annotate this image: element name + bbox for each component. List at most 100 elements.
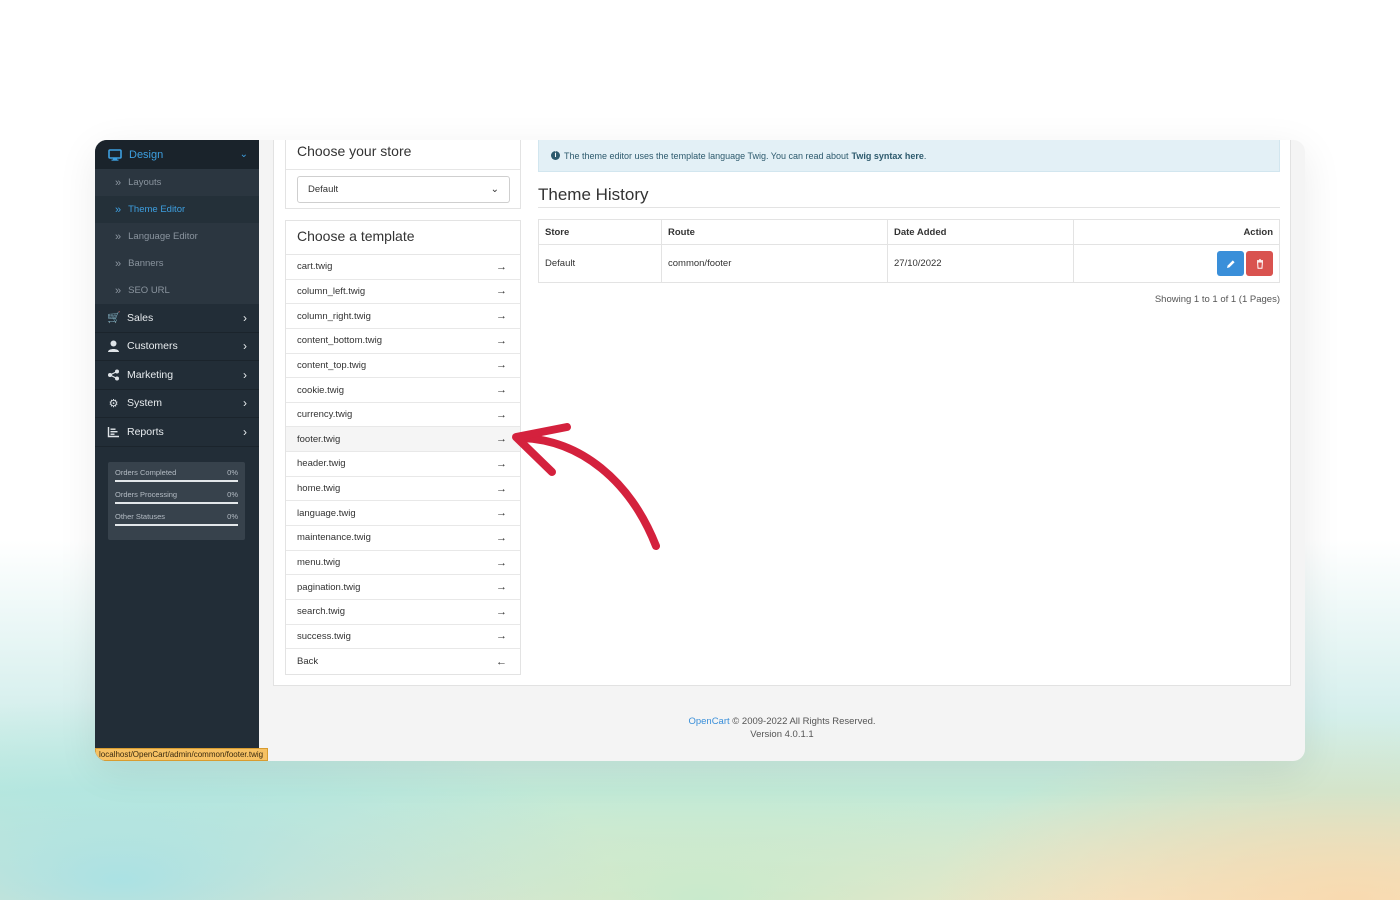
sidebar-item-theme-editor[interactable]: » Theme Editor xyxy=(95,196,259,223)
gear-icon: ⚙ xyxy=(108,397,119,410)
template-name: home.twig xyxy=(297,483,341,495)
arrow-right-icon: → xyxy=(496,507,507,520)
cell-date-added: 27/10/2022 xyxy=(887,244,1074,283)
twig-syntax-link[interactable]: Twig syntax here xyxy=(852,151,924,161)
template-name: content_top.twig xyxy=(297,359,367,371)
back-item[interactable]: Back ← xyxy=(286,649,520,674)
template-panel-title: Choose a template xyxy=(286,221,520,255)
template-item[interactable]: pagination.twig → xyxy=(286,575,520,600)
page-footer: OpenCart © 2009-2022 All Rights Reserved… xyxy=(259,715,1305,741)
theme-history-title: Theme History xyxy=(538,185,1280,208)
template-item[interactable]: content_bottom.twig → xyxy=(286,329,520,354)
stat-other-statuses: Other Statuses 0% xyxy=(115,512,238,526)
template-item-footer[interactable]: footer.twig → xyxy=(286,427,520,453)
template-name: column_right.twig xyxy=(297,310,371,322)
stat-label: Orders Processing xyxy=(115,490,178,499)
delete-button[interactable] xyxy=(1246,251,1273,276)
double-chevron-icon: » xyxy=(115,176,122,189)
cell-store: Default xyxy=(538,244,662,283)
info-end: . xyxy=(923,150,927,161)
footer-copyright: © 2009-2022 All Rights Reserved. xyxy=(732,716,876,727)
pencil-icon xyxy=(1226,259,1235,268)
double-chevron-icon: » xyxy=(115,230,122,243)
template-item[interactable]: language.twig → xyxy=(286,501,520,527)
arrow-right-icon: → xyxy=(496,556,507,569)
footer-copyright-line: OpenCart © 2009-2022 All Rights Reserved… xyxy=(259,715,1305,728)
sidebar: Design ⌄ » Layouts » Theme Editor » Lang… xyxy=(95,140,259,761)
arrow-right-icon: → xyxy=(496,408,507,421)
cell-action xyxy=(1073,244,1280,283)
trash-icon xyxy=(1256,258,1263,269)
arrow-right-icon: → xyxy=(496,260,507,273)
template-name: column_left.twig xyxy=(297,285,366,297)
arrow-left-icon: ← xyxy=(496,655,507,668)
sidebar-item-label: Sales xyxy=(127,311,154,324)
sidebar-item-marketing[interactable]: Marketing › xyxy=(95,361,259,390)
template-name: maintenance.twig xyxy=(297,532,371,544)
sidebar-item-label: SEO URL xyxy=(128,285,170,296)
cart-icon: 🛒 xyxy=(107,312,121,325)
back-label: Back xyxy=(297,656,319,668)
template-item[interactable]: success.twig → xyxy=(286,625,520,650)
template-name: cart.twig xyxy=(297,261,333,273)
double-chevron-icon: » xyxy=(115,284,122,297)
template-item[interactable]: column_right.twig → xyxy=(286,304,520,329)
footer-version: Version 4.0.1.1 xyxy=(750,729,814,740)
sidebar-item-label: Banners xyxy=(128,258,164,269)
progress-bar xyxy=(115,502,238,504)
progress-bar xyxy=(115,524,238,526)
arrow-right-icon: → xyxy=(496,482,507,495)
opencart-link[interactable]: OpenCart xyxy=(688,716,729,727)
sidebar-item-reports[interactable]: Reports › xyxy=(95,418,259,447)
sidebar-item-system[interactable]: ⚙ System › xyxy=(95,390,259,418)
template-item[interactable]: header.twig → xyxy=(286,452,520,477)
arrow-right-icon: → xyxy=(496,433,507,446)
sidebar-item-label: Design xyxy=(129,148,164,161)
arrow-right-icon: → xyxy=(496,384,507,397)
browser-window: Design ⌄ » Layouts » Theme Editor » Lang… xyxy=(95,140,1305,761)
template-name: footer.twig xyxy=(297,433,341,445)
sidebar-item-sales[interactable]: 🛒 Sales › xyxy=(95,304,259,333)
chart-icon xyxy=(107,426,119,437)
edit-button[interactable] xyxy=(1217,251,1244,276)
sidebar-item-label: Marketing xyxy=(127,368,174,381)
sidebar-item-label: Customers xyxy=(127,340,178,353)
stat-label: Orders Completed xyxy=(115,468,177,477)
sidebar-item-banners[interactable]: » Banners xyxy=(95,250,259,277)
template-name: currency.twig xyxy=(297,409,353,421)
template-item[interactable]: home.twig → xyxy=(286,477,520,502)
template-item[interactable]: maintenance.twig → xyxy=(286,526,520,551)
sidebar-item-design[interactable]: Design ⌄ xyxy=(95,140,259,169)
sidebar-item-seo-url[interactable]: » SEO URL xyxy=(95,277,259,304)
info-alert: i The theme editor uses the template lan… xyxy=(538,140,1280,172)
stat-orders-completed: Orders Completed 0% xyxy=(115,468,238,482)
template-item[interactable]: cart.twig → xyxy=(286,255,520,280)
template-item[interactable]: column_left.twig → xyxy=(286,280,520,305)
template-item[interactable]: content_top.twig → xyxy=(286,354,520,379)
sidebar-item-layouts[interactable]: » Layouts xyxy=(95,169,259,196)
template-name: success.twig xyxy=(297,630,351,642)
stat-orders-processing: Orders Processing 0% xyxy=(115,490,238,504)
template-item[interactable]: cookie.twig → xyxy=(286,378,520,403)
monitor-icon xyxy=(108,148,122,161)
sidebar-item-customers[interactable]: Customers › xyxy=(95,333,259,361)
template-item[interactable]: currency.twig → xyxy=(286,403,520,428)
table-header-row: Store Route Date Added Action xyxy=(538,219,1280,245)
arrow-right-icon: → xyxy=(496,605,507,618)
share-icon xyxy=(108,369,119,381)
arrow-right-icon: → xyxy=(496,285,507,298)
user-icon xyxy=(108,340,119,353)
store-select[interactable]: Default ⌄ xyxy=(297,176,510,203)
template-item[interactable]: menu.twig → xyxy=(286,551,520,576)
template-item[interactable]: search.twig → xyxy=(286,600,520,625)
sidebar-item-language-editor[interactable]: » Language Editor xyxy=(95,223,259,250)
progress-bar xyxy=(115,480,238,482)
sidebar-item-label: Theme Editor xyxy=(128,204,186,215)
arrow-right-icon: → xyxy=(496,334,507,347)
info-text: The theme editor uses the template langu… xyxy=(564,150,849,161)
chevron-down-icon: ⌄ xyxy=(239,149,248,160)
order-stats: Orders Completed 0% Orders Processing 0%… xyxy=(108,462,245,540)
stat-value: 0% xyxy=(227,490,238,499)
arrow-right-icon: → xyxy=(496,581,507,594)
arrow-right-icon: → xyxy=(496,310,507,323)
